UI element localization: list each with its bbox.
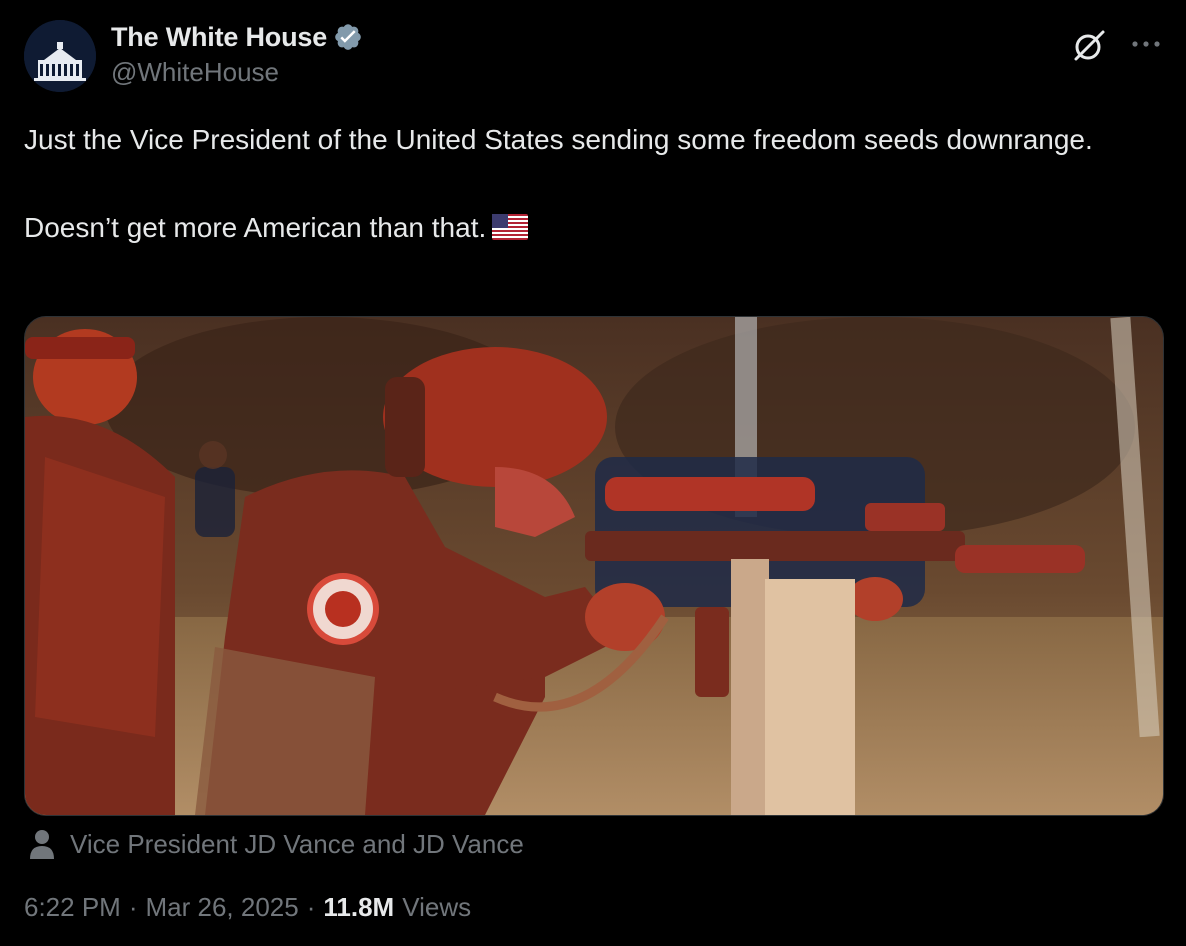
separator: · <box>306 891 316 922</box>
more-options-icon[interactable] <box>1130 38 1162 50</box>
handle[interactable]: @WhiteHouse <box>111 57 279 88</box>
views-count: 11.8M <box>323 891 395 922</box>
grok-icon[interactable] <box>1070 26 1108 64</box>
views-label: Views <box>402 891 472 922</box>
tagged-users-row[interactable]: Vice President JD Vance and JD Vance <box>28 826 524 862</box>
display-name[interactable]: The White House <box>111 22 327 53</box>
tweet-text: Just the Vice President of the United St… <box>24 118 1144 250</box>
separator: · <box>128 891 138 922</box>
tweet-date[interactable]: Mar 26, 2025 <box>146 892 299 923</box>
white-house-logo <box>24 20 96 92</box>
tagged-users-text: Vice President JD Vance and JD Vance <box>70 828 524 859</box>
tweet-line-2-text: Doesn’t get more American than that. <box>24 212 487 243</box>
tweet-meta: 6:22 PM · Mar 26, 2025 · 11.8M Views <box>24 889 471 925</box>
avatar[interactable] <box>24 20 96 92</box>
tweet-line-1: Just the Vice President of the United St… <box>24 124 1093 155</box>
tweet-time[interactable]: 6:22 PM <box>24 892 121 923</box>
name-row: The White House <box>111 20 363 54</box>
tweet-photo[interactable] <box>24 316 1164 816</box>
verified-badge-icon[interactable] <box>333 22 363 52</box>
us-flag-emoji <box>492 214 529 240</box>
tweet-line-2: Doesn’t get more American than that. <box>24 206 1144 250</box>
person-icon <box>28 829 56 859</box>
